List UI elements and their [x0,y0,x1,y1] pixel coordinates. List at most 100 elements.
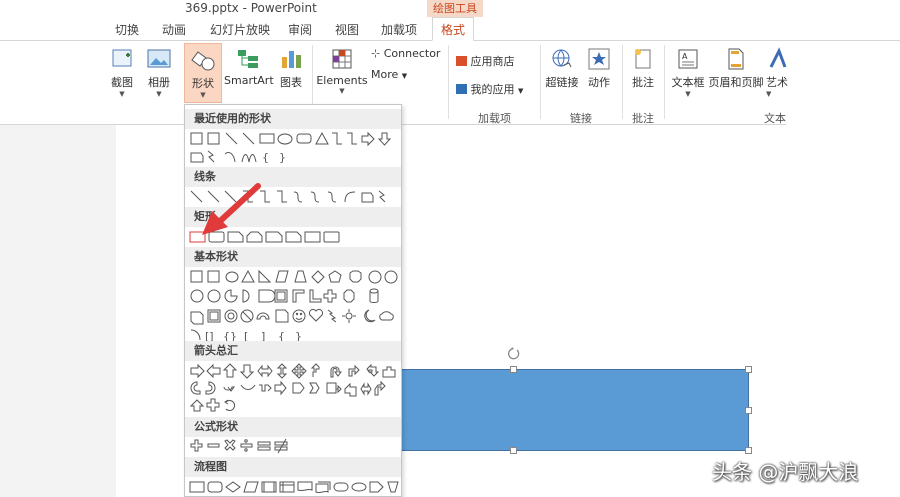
watermark-text: 头条 @沪飘大浪 [712,460,859,484]
shapes-gallery-dropdown: 最近使用的形状 { } 线条 矩形 基本形状 [] {} [] {} 箭头总… [184,104,402,497]
elements-button[interactable]: Elements ▼ [316,47,368,95]
chevron-down-icon: ▼ [156,90,162,98]
more-button[interactable]: More ▼ [371,68,421,81]
flowchart-icons [189,481,399,494]
chevron-down-icon: ▼ [518,87,524,95]
smartart-icon [238,50,258,68]
section-recent-shapes: 最近使用的形状 [185,109,401,129]
svg-text:{: { [262,151,269,164]
group-separator [622,45,623,119]
comments-group-label: 批注 [632,112,654,125]
app-store-button[interactable]: 应用商店 [456,53,536,69]
chevron-down-icon: ▼ [200,91,206,99]
hyperlink-button[interactable]: 超链接 [544,47,580,90]
section-equation-shapes: 公式形状 [185,417,401,437]
connector-label: Connector [383,47,441,60]
tab-slideshow[interactable]: 幻灯片放映 [210,21,270,38]
resize-handle-top[interactable] [510,366,517,373]
flowchart-row [189,479,399,496]
smartart-label: SmartArt [224,74,274,87]
section-basic-shapes: 基本形状 [185,247,401,267]
my-apps-icon [456,84,467,94]
equation-shapes-icons [190,438,288,454]
resize-handle-right[interactable] [745,407,752,414]
shapes-icon [191,51,215,71]
chevron-down-icon: ▼ [119,90,125,98]
chevron-down-icon: ▼ [685,90,691,98]
resize-handle-top-right[interactable] [745,366,752,373]
links-group-label: 链接 [570,112,592,125]
section-block-arrows: 箭头总汇 [185,341,401,361]
tab-view[interactable]: 视图 [335,21,359,38]
my-apps-label: 我的应用 [470,83,515,96]
section-flowchart: 流程图 [185,457,401,477]
store-icon [456,56,467,66]
recent-shapes-icons-2: { } [190,150,286,164]
comment-icon [635,49,651,69]
resize-handle-bottom[interactable] [510,447,517,454]
tab-transitions[interactable]: 切换 [115,21,139,38]
screenshot-button[interactable]: 截图 ▼ [106,47,138,98]
photo-album-button[interactable]: 相册 ▼ [142,47,176,98]
tab-animations[interactable]: 动画 [162,21,186,38]
hyperlink-label: 超链接 [545,76,579,89]
rotate-handle-icon[interactable] [507,346,521,360]
shapes-label: 形状 [192,77,214,90]
comment-button[interactable]: 批注 [628,47,658,90]
group-separator [540,45,541,119]
block-arrows-grid [189,363,399,419]
my-apps-button[interactable]: 我的应用 ▼ [456,81,538,97]
smartart-button[interactable]: SmartArt [224,47,274,87]
comment-label: 批注 [632,76,654,89]
connector-button[interactable]: ⊹ Connector [371,47,443,60]
chart-label: 图表 [280,76,302,89]
window-title: 369.pptx - PowerPoint [185,1,317,15]
screenshot-label: 截图 [111,76,133,89]
group-separator [448,45,449,119]
chevron-down-icon: ▼ [401,72,408,80]
tab-addins[interactable]: 加载项 [381,21,417,38]
action-button[interactable]: 动作 [584,47,614,90]
wordart-icon [769,47,787,68]
globe-link-icon [552,49,572,68]
resize-handle-bottom-right[interactable] [745,447,752,454]
title-bar: 369.pptx - PowerPoint 绘图工具 [0,0,900,17]
tab-review[interactable]: 审阅 [288,21,312,38]
chevron-down-icon: ▼ [339,87,345,95]
textbox-icon: A [678,49,698,69]
block-arrows-icons [189,363,396,412]
basic-shapes-grid: [] {} [ ] { } [189,269,399,349]
svg-text:A: A [682,52,688,61]
chevron-down-icon: ▼ [766,90,772,98]
ribbon-tab-row: 切换 动画 幻灯片放映 审阅 视图 加载项 格式 [0,17,900,41]
wordart-label: 艺术 [766,76,788,89]
basic-shapes-icons: [] {} [ ] { } [190,269,398,343]
tab-format[interactable]: 格式 [432,17,475,41]
text-group-label: 文本 [764,112,786,125]
elements-label: Elements [316,74,368,87]
textbox-label: 文本框 [671,76,705,89]
slide-pane-edge [0,125,116,497]
album-label: 相册 [148,76,170,89]
elements-icon [332,49,352,69]
recent-shapes-row-1 [189,131,399,149]
wordart-button[interactable]: 艺术 ▼ [766,47,788,98]
more-label: More [371,68,399,81]
equation-shapes-row [189,438,399,456]
recent-shapes-icons [190,131,392,147]
shapes-button[interactable]: 形状 ▼ [184,43,222,103]
recent-shapes-row-2: { } [189,149,399,167]
chart-button[interactable]: 图表 [276,47,306,90]
store-label: 应用商店 [470,55,515,68]
photo-album-icon [147,49,171,68]
addins-group-label: 加载项 [478,112,511,125]
header-footer-button[interactable]: 页眉和页脚 [708,47,764,90]
connector-icon: ⊹ [371,47,381,60]
textbox-button[interactable]: A 文本框 ▼ [670,47,706,98]
selected-rectangle-shape[interactable] [400,369,749,451]
header-footer-icon [728,48,744,70]
star-icon [588,48,610,70]
svg-text:}: } [279,151,286,164]
header-footer-label: 页眉和页脚 [708,76,764,89]
annotation-arrow-icon [202,183,261,235]
